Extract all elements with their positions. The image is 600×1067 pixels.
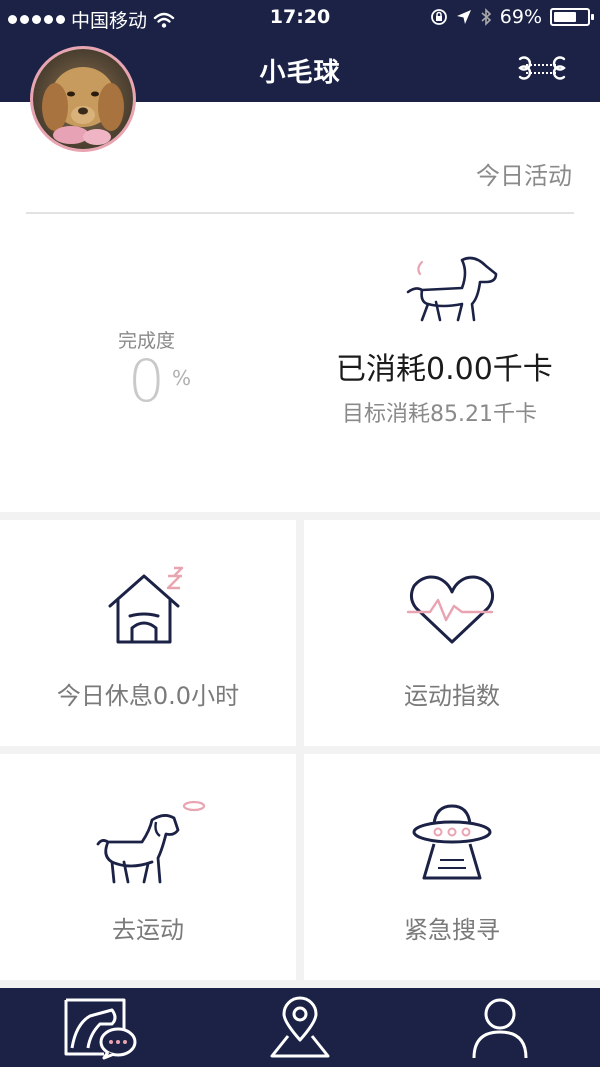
today-activity-label: 今日活动	[476, 162, 572, 190]
sleeping-house-icon	[108, 566, 184, 644]
calories-target: 目标消耗85.21千卡	[342, 402, 537, 427]
bottom-tab-bar	[0, 988, 600, 1067]
emergency-search-tile[interactable]: 紧急搜寻	[304, 754, 600, 980]
tab-profile[interactable]	[450, 994, 550, 1060]
exercise-index-tile[interactable]: 运动指数	[304, 520, 600, 746]
battery-icon	[550, 8, 594, 26]
emergency-search-label: 紧急搜寻	[404, 916, 500, 944]
go-exercise-tile[interactable]: 去运动	[0, 754, 296, 980]
activity-card: 今日活动 完成度 0 % 已消耗0.00千卡 目标消耗85.21千卡	[0, 102, 600, 512]
exercise-index-label: 运动指数	[404, 682, 500, 710]
dog-fetch-icon	[96, 800, 206, 884]
battery-percent: 69%	[499, 6, 542, 28]
user-profile-icon	[472, 998, 528, 1059]
pet-avatar[interactable]	[30, 46, 136, 152]
status-right: 69%	[430, 6, 594, 28]
completion-unit: %	[172, 366, 192, 390]
tab-map[interactable]	[250, 994, 350, 1060]
ufo-icon	[412, 804, 492, 880]
go-exercise-label: 去运动	[112, 916, 184, 944]
pet-chat-icon	[64, 998, 137, 1060]
rest-label: 今日休息0.0小时	[56, 682, 240, 710]
rest-tile[interactable]: 今日休息0.0小时	[0, 520, 296, 746]
completion-value: 0	[128, 347, 165, 415]
bone-icon[interactable]	[510, 54, 574, 84]
tab-pet[interactable]	[50, 994, 150, 1060]
bluetooth-icon	[481, 8, 491, 26]
heart-rate-icon	[406, 575, 495, 644]
divider	[26, 212, 574, 214]
map-location-icon	[270, 996, 330, 1058]
location-arrow-icon	[456, 10, 471, 24]
walking-dog-icon	[406, 256, 498, 322]
calories-consumed: 已消耗0.00千卡	[336, 352, 553, 387]
status-bar: 中国移动 17:20 69%	[0, 0, 600, 34]
rotation-lock-icon	[430, 9, 447, 25]
dog-photo	[33, 49, 133, 149]
